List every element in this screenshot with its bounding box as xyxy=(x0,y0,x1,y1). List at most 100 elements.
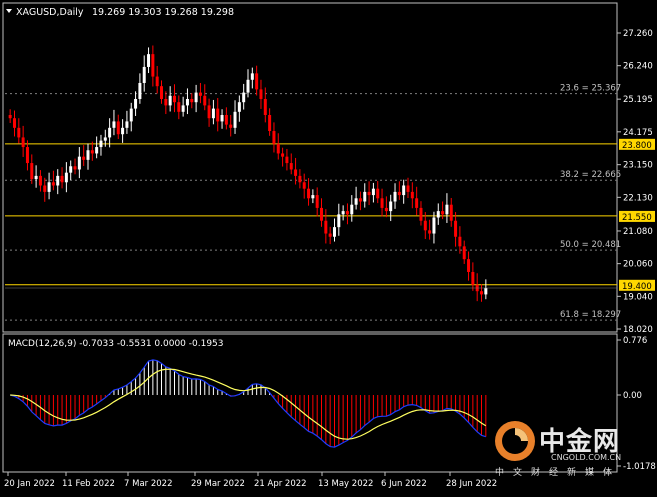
time-tick-label: 7 Mar 2022 xyxy=(124,479,172,489)
candle-body xyxy=(389,201,393,212)
candle-body xyxy=(432,217,436,234)
candle-body xyxy=(341,211,345,215)
candle-body xyxy=(419,207,423,221)
candle-body xyxy=(367,191,371,196)
candle-body xyxy=(233,111,237,128)
candle-body xyxy=(445,204,449,215)
candle-body xyxy=(43,185,47,192)
fib-label: 23.6 = 25.367 xyxy=(560,84,621,94)
candle-body xyxy=(454,220,458,237)
candle-body xyxy=(12,118,16,128)
candle-body xyxy=(47,182,51,192)
candle-body xyxy=(246,79,250,93)
price-chart-window[interactable]: 23.6 = 25.367 38.2 = 22.665 50.0 = 20.481 6… xyxy=(0,0,657,493)
candle-body xyxy=(99,140,103,148)
candle-body xyxy=(320,207,324,221)
candle-body xyxy=(294,169,298,176)
candle-body xyxy=(345,211,349,215)
coin-logo-icon xyxy=(495,421,535,461)
ohlc-values: 19.269 19.303 19.268 19.298 xyxy=(92,7,234,18)
candle-body xyxy=(185,98,189,106)
candle-body xyxy=(95,147,99,154)
candle-body xyxy=(350,204,354,215)
candle-body xyxy=(155,76,159,87)
candle-body xyxy=(207,105,211,119)
candle-body xyxy=(25,147,29,164)
price-tick-label: 27.260 xyxy=(623,29,653,39)
candle-body xyxy=(138,82,142,99)
candle-body xyxy=(393,191,397,202)
candle-body xyxy=(164,98,168,106)
candle-body xyxy=(250,73,254,80)
candle-body xyxy=(211,108,215,119)
candle-body xyxy=(324,220,328,234)
candle-body xyxy=(289,163,293,170)
fib-label: 50.0 = 20.481 xyxy=(560,240,621,250)
candle-body xyxy=(428,230,432,234)
candle-body xyxy=(203,95,207,106)
horizontal-levels[interactable] xyxy=(5,143,617,286)
candle-body xyxy=(363,191,367,202)
candle-body xyxy=(82,156,86,160)
candle-body xyxy=(112,121,116,128)
candle-body xyxy=(168,95,172,106)
candle-body xyxy=(397,191,401,196)
time-tick-label: 13 May 2022 xyxy=(318,479,373,489)
price-tick-label: 18.020 xyxy=(623,325,653,335)
candle-body xyxy=(462,246,466,260)
time-tick-label: 29 Mar 2022 xyxy=(191,479,245,489)
candle-body xyxy=(328,233,332,237)
symbol-label: XAGUSD,Daily xyxy=(16,7,84,18)
time-tick-label: 28 Jun 2022 xyxy=(446,479,497,489)
candle-body xyxy=(380,198,384,208)
candle-body xyxy=(125,121,129,128)
candle-body xyxy=(423,220,427,231)
price-level-tag-label: 23.800 xyxy=(622,141,652,151)
macd-signal-line xyxy=(10,368,487,440)
candle-body xyxy=(86,150,90,160)
candle-body xyxy=(30,163,34,180)
price-tick-label: 19.040 xyxy=(623,292,653,302)
time-tick-label: 21 Apr 2022 xyxy=(254,479,307,489)
candle-body xyxy=(255,73,259,90)
candle-body xyxy=(259,89,263,99)
candle-body xyxy=(458,236,462,247)
fib-label: 61.8 = 18.297 xyxy=(560,310,621,320)
candle-body xyxy=(272,131,276,144)
price-tick-label: 22.130 xyxy=(623,193,653,203)
candle-body xyxy=(108,127,112,138)
candle-body xyxy=(142,66,146,83)
candle-body xyxy=(307,188,311,199)
symbol-dropdown-icon[interactable] xyxy=(6,9,12,13)
candle-body xyxy=(194,92,198,103)
candle-body xyxy=(21,137,25,148)
candle-body xyxy=(177,102,181,112)
price-tick-label: 25.195 xyxy=(623,95,653,105)
price-tick-label: 20.060 xyxy=(623,260,653,270)
candle-body xyxy=(436,211,440,218)
candle-body xyxy=(298,175,302,183)
candle-body xyxy=(441,211,445,215)
time-axis: 20 Jan 2022 11 Feb 2022 7 Mar 2022 29 Mar 2… xyxy=(4,472,497,489)
candle-body xyxy=(449,204,453,221)
candle-body xyxy=(285,156,289,164)
price-level-tag-label: 19.400 xyxy=(622,282,652,292)
candle-body xyxy=(406,185,410,192)
watermark-en-text: CNGOLD.COM.CN xyxy=(551,453,622,462)
price-tick-label: 23.150 xyxy=(623,161,653,171)
candle-body xyxy=(415,198,419,208)
candle-body xyxy=(38,175,42,186)
candle-body xyxy=(172,95,176,103)
fib-label: 38.2 = 22.665 xyxy=(560,170,621,180)
candle-body xyxy=(237,102,241,112)
candle-body xyxy=(129,108,133,122)
candle-body xyxy=(467,259,471,272)
candle-body xyxy=(358,198,362,202)
price-tick-label: 24.175 xyxy=(623,128,653,138)
macd-tick-label: 0.776 xyxy=(623,336,647,346)
price-level-tag-label: 21.550 xyxy=(622,213,652,223)
candle-body xyxy=(332,227,336,237)
candle-body xyxy=(263,98,267,116)
candle-body xyxy=(51,182,55,186)
candle-body xyxy=(17,127,21,138)
